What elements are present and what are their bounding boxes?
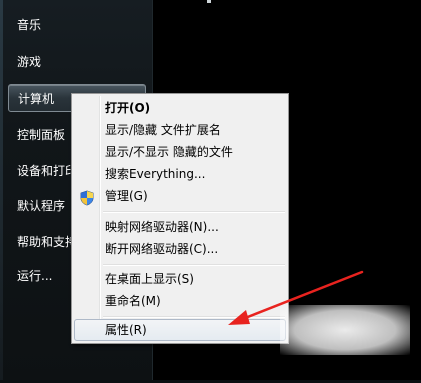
menu-item-rename[interactable]: 重命名(M) [74, 290, 286, 312]
menu-separator [103, 316, 285, 318]
menu-item-search-everything[interactable]: 搜索Everything... [74, 163, 286, 185]
watermark-overlay [280, 305, 410, 355]
top-edge-mark [207, 0, 211, 3]
start-item-music[interactable]: 音乐 [8, 11, 146, 39]
menu-item-show-on-desktop[interactable]: 在桌面上显示(S) [74, 268, 286, 290]
menu-separator [103, 264, 285, 266]
menu-item-toggle-extensions[interactable]: 显示/隐藏 文件扩展名 [74, 119, 286, 141]
menu-item-toggle-hidden-files[interactable]: 显示/不显示 隐藏的文件 [74, 141, 286, 163]
menu-separator [103, 211, 285, 213]
menu-item-manage[interactable]: 管理(G) [74, 185, 286, 207]
start-item-games[interactable]: 游戏 [8, 48, 146, 76]
menu-item-open[interactable]: 打开(O) [74, 97, 286, 119]
pane-edge [0, 0, 3, 383]
menu-item-properties[interactable]: 属性(R) [74, 319, 286, 341]
menu-item-disconnect-network-drive[interactable]: 断开网络驱动器(C)... [74, 238, 286, 260]
menu-item-map-network-drive[interactable]: 映射网络驱动器(N)... [74, 216, 286, 238]
context-menu: 打开(O) 显示/隐藏 文件扩展名 显示/不显示 隐藏的文件 搜索Everyth… [71, 93, 289, 344]
